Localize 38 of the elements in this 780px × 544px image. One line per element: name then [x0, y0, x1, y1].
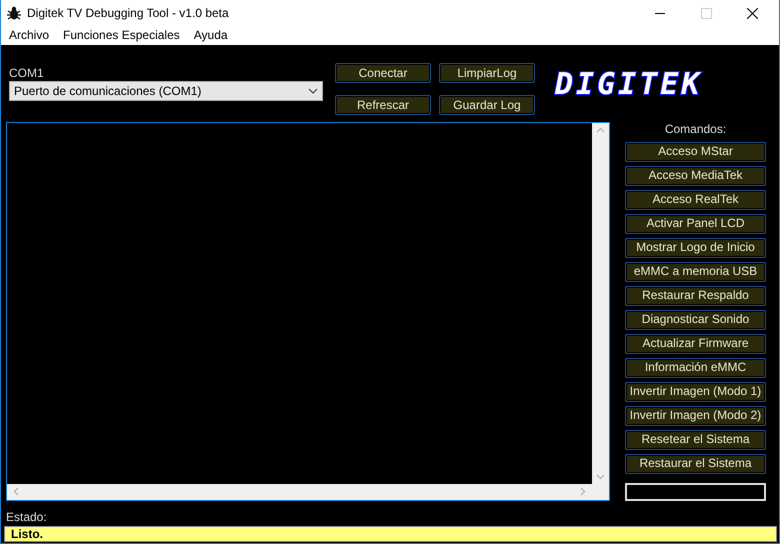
scroll-right-icon[interactable]: [580, 487, 586, 496]
toolbar-button[interactable]: Guardar Log: [439, 95, 535, 115]
scroll-left-icon[interactable]: [13, 487, 19, 496]
port-dropdown[interactable]: Puerto de comunicaciones (COM1): [9, 81, 323, 101]
status-bar: Listo.: [4, 526, 777, 542]
command-button[interactable]: Acceso MStar: [625, 142, 766, 162]
caret-icon: [308, 88, 318, 94]
toolbar-button[interactable]: Refrescar: [335, 95, 431, 115]
command-button[interactable]: Restaurar el Sistema: [625, 454, 766, 474]
command-button[interactable]: Resetear el Sistema: [625, 430, 766, 450]
menu-item[interactable]: Archivo: [2, 26, 56, 45]
maximize-icon[interactable]: [700, 8, 712, 18]
commands-label: Comandos:: [664, 122, 728, 136]
command-button[interactable]: Información eMMC: [625, 358, 766, 378]
logo: DIGITEK: [555, 70, 702, 104]
toolbar-button[interactable]: Conectar: [335, 63, 431, 83]
scroll-down-icon[interactable]: [596, 474, 605, 480]
scroll-up-icon[interactable]: [596, 126, 605, 133]
command-input[interactable]: [625, 482, 766, 501]
log-area[interactable]: [6, 122, 610, 501]
menu-item[interactable]: Funciones Especiales: [56, 26, 187, 45]
command-button[interactable]: Activar Panel LCD: [625, 214, 766, 234]
window-title: Digitek TV Debugging Tool - v1.0 beta: [27, 5, 230, 22]
port-label: COM1: [9, 66, 45, 80]
command-button[interactable]: Actualizar Firmware: [625, 334, 766, 354]
status-label: Estado:: [5, 510, 47, 524]
command-button[interactable]: Restaurar Respaldo: [625, 286, 766, 306]
command-button[interactable]: Mostrar Logo de Inicio: [625, 238, 766, 258]
command-button[interactable]: Invertir Imagen (Modo 1): [625, 382, 766, 402]
command-button[interactable]: Invertir Imagen (Modo 2): [625, 406, 766, 426]
bug-icon: [7, 6, 21, 20]
command-button[interactable]: Acceso MediaTek: [625, 166, 766, 186]
command-button[interactable]: Acceso RealTek: [625, 190, 766, 210]
command-button[interactable]: eMMC a memoria USB: [625, 262, 766, 282]
command-button[interactable]: Diagnosticar Sonido: [625, 310, 766, 330]
toolbar-button[interactable]: LimpiarLog: [439, 63, 535, 83]
menu-item[interactable]: Ayuda: [186, 26, 235, 45]
close-icon[interactable]: [746, 8, 758, 18]
